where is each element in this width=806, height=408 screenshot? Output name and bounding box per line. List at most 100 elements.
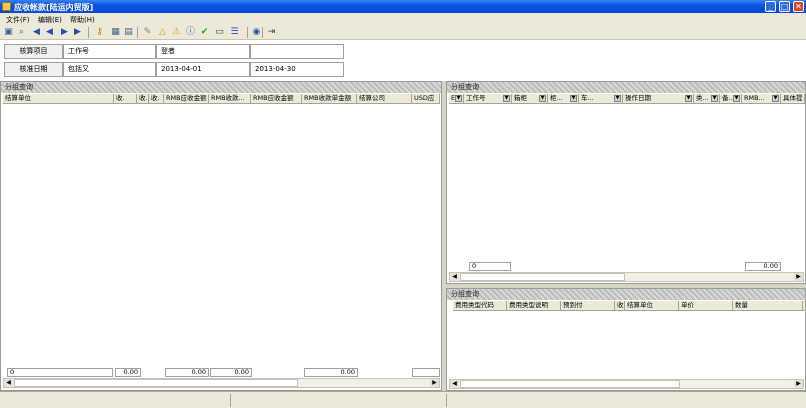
left-col-usd[interactable]: USD应: [412, 94, 440, 104]
left-col-recv-3[interactable]: 收.: [149, 94, 164, 104]
window-title: 应收帐款[陆运内贸版]: [14, 3, 94, 12]
rb-scroll-thumb[interactable]: [460, 380, 680, 388]
dropdown-icon[interactable]: ▼: [772, 95, 779, 102]
next-icon[interactable]: ▶: [59, 27, 70, 38]
rb-col-prepaid[interactable]: 预到付: [561, 301, 615, 311]
toolbar-separator: [247, 27, 248, 38]
right-bottom-panel-title: 分组查询: [447, 289, 805, 300]
bell-icon[interactable]: △: [157, 27, 168, 38]
rt-col-rmb-label: RMB...: [744, 94, 765, 102]
rb-col-settle-unit[interactable]: 结算单位: [625, 301, 679, 311]
rb-col-unit-price[interactable]: 单价: [679, 301, 733, 311]
first-icon[interactable]: ◀: [31, 27, 42, 38]
filter-blank[interactable]: [250, 44, 344, 59]
minimize-button[interactable]: _: [765, 1, 776, 12]
rt-col-job-label: 工作号: [466, 94, 486, 102]
left-group-panel: 分组查询 结算单位 收. 收. 收. RMB应收金额 RMB收款... RMB应…: [0, 81, 442, 391]
rb-col-quantity[interactable]: 数量: [733, 301, 803, 311]
rt-col-e[interactable]: E ▼: [449, 94, 464, 104]
dropdown-icon[interactable]: ▼: [570, 95, 577, 102]
filter-date-from[interactable]: 2013-04-01: [156, 62, 250, 77]
rt-col-job[interactable]: 工作号 ▼: [464, 94, 512, 104]
scroll-left-icon[interactable]: ◀: [450, 273, 459, 281]
rt-col-cabinet[interactable]: 柜... ▼: [548, 94, 579, 104]
menu-bar: 文件(F) 编辑(E) 帮助(H): [0, 13, 806, 24]
last-icon[interactable]: ▶: [72, 27, 83, 38]
filter-area: 核算项目 工作号 登者 核准日期 包括又 2013-04-01 2013-04-…: [0, 40, 806, 81]
rt-col-type[interactable]: 类... ▼: [694, 94, 720, 104]
dropdown-icon[interactable]: ▼: [503, 95, 510, 102]
dropdown-icon[interactable]: ▼: [711, 95, 718, 102]
dropdown-icon[interactable]: ▼: [455, 95, 462, 102]
left-sum-2: 0.00: [165, 368, 209, 377]
left-scroll-thumb[interactable]: [14, 379, 298, 387]
filter-job-number[interactable]: 工作号: [63, 44, 156, 59]
rt-col-container[interactable]: 箱柜 ▼: [512, 94, 548, 104]
rt-sum-total: 0.00: [745, 262, 781, 271]
scroll-right-icon[interactable]: ▶: [430, 379, 439, 387]
key-icon[interactable]: ⚷: [94, 27, 105, 38]
toolbar: ▣ ⌕ ◀ ◀ ▶ ▶ ⚷ ▦ ▤ ✎ △ ⚠ ⓘ ✔ ▭ ☰ ◉ ⇥: [0, 24, 806, 40]
left-col-recv-1[interactable]: 收.: [114, 94, 137, 104]
left-sum-count: 0: [7, 368, 113, 377]
scroll-right-icon[interactable]: ▶: [794, 380, 803, 388]
dropdown-icon[interactable]: ▼: [733, 95, 740, 102]
rb-col-recv[interactable]: 收: [615, 301, 625, 311]
search-icon[interactable]: ⌕: [16, 27, 27, 38]
status-divider: [446, 394, 447, 407]
rt-col-rmb[interactable]: RMB... ▼: [742, 94, 781, 104]
left-col-rmb-receivable[interactable]: RMB应收金额: [164, 94, 209, 104]
toolbar-separator: [262, 27, 263, 38]
dropdown-icon[interactable]: ▼: [685, 95, 692, 102]
left-col-rmb-received[interactable]: RMB收款...: [209, 94, 251, 104]
rt-col-detail[interactable]: 具体提: [781, 94, 805, 104]
rt-col-container-label: 箱柜: [514, 94, 527, 102]
dropdown-icon[interactable]: ▼: [539, 95, 546, 102]
help-icon[interactable]: ◉: [251, 27, 262, 38]
close-button[interactable]: ✕: [793, 1, 804, 12]
new-icon[interactable]: ▣: [3, 27, 14, 38]
filter-date-to[interactable]: 2013-04-30: [250, 62, 344, 77]
filter-label-project: 核算项目: [4, 44, 63, 59]
left-col-settle-company[interactable]: 结算公司: [357, 94, 412, 104]
rt-hscrollbar[interactable]: ◀ ▶: [449, 272, 804, 282]
right-bottom-group-panel: 分组查询 费用类型代码 费用类型说明 预到付 收 结算单位 单价 数量 单位 ◀…: [446, 288, 806, 391]
rt-scroll-thumb[interactable]: [460, 273, 625, 281]
prev-icon[interactable]: ◀: [44, 27, 55, 38]
form-icon[interactable]: ▤: [123, 27, 134, 38]
rt-col-vehicle[interactable]: 车... ▼: [579, 94, 623, 104]
left-panel-title: 分组查询: [1, 82, 441, 93]
left-sum-1: 0.00: [115, 368, 141, 377]
exit-icon[interactable]: ⇥: [266, 27, 277, 38]
grid-icon[interactable]: ▦: [110, 27, 121, 38]
left-sum-5: [412, 368, 440, 377]
left-col-settle-unit[interactable]: 结算单位: [3, 94, 114, 104]
check-icon[interactable]: ✔: [199, 27, 210, 38]
rb-hscrollbar[interactable]: ◀ ▶: [449, 379, 804, 389]
left-sum-3: 0.00: [210, 368, 252, 377]
app-window: 应收帐款[陆运内贸版] _ □ ✕ 文件(F) 编辑(E) 帮助(H) ▣ ⌕ ◀ ◀…: [0, 0, 806, 408]
left-col-recv-2[interactable]: 收.: [137, 94, 149, 104]
filter-registrar[interactable]: 登者: [156, 44, 250, 59]
warning-icon[interactable]: ⚠: [171, 27, 182, 38]
info-icon[interactable]: ⓘ: [185, 27, 196, 38]
edit-icon[interactable]: ✎: [142, 27, 153, 38]
left-col-rmb-received-total[interactable]: RMB收款单金额: [302, 94, 357, 104]
maximize-button[interactable]: □: [779, 1, 790, 12]
filter-include[interactable]: 包括又: [63, 62, 156, 77]
scroll-left-icon[interactable]: ◀: [450, 380, 459, 388]
print-icon[interactable]: ▭: [214, 27, 225, 38]
list-icon[interactable]: ☰: [229, 27, 240, 38]
rt-col-note[interactable]: 备... ▼: [720, 94, 742, 104]
rb-col-fee-code[interactable]: 费用类型代码: [453, 301, 507, 311]
dropdown-icon[interactable]: ▼: [614, 95, 621, 102]
rb-col-fee-desc[interactable]: 费用类型说明: [507, 301, 561, 311]
scroll-left-icon[interactable]: ◀: [4, 379, 13, 387]
left-col-rmb-receivable-2[interactable]: RMB应收金额: [251, 94, 302, 104]
left-hscrollbar[interactable]: ◀ ▶: [3, 378, 440, 388]
filter-label-date: 核准日期: [4, 62, 63, 77]
scroll-right-icon[interactable]: ▶: [794, 273, 803, 281]
status-bar: [0, 391, 806, 408]
rt-col-type-label: 类...: [696, 94, 709, 102]
rt-col-op-date[interactable]: 操作日期 ▼: [623, 94, 694, 104]
